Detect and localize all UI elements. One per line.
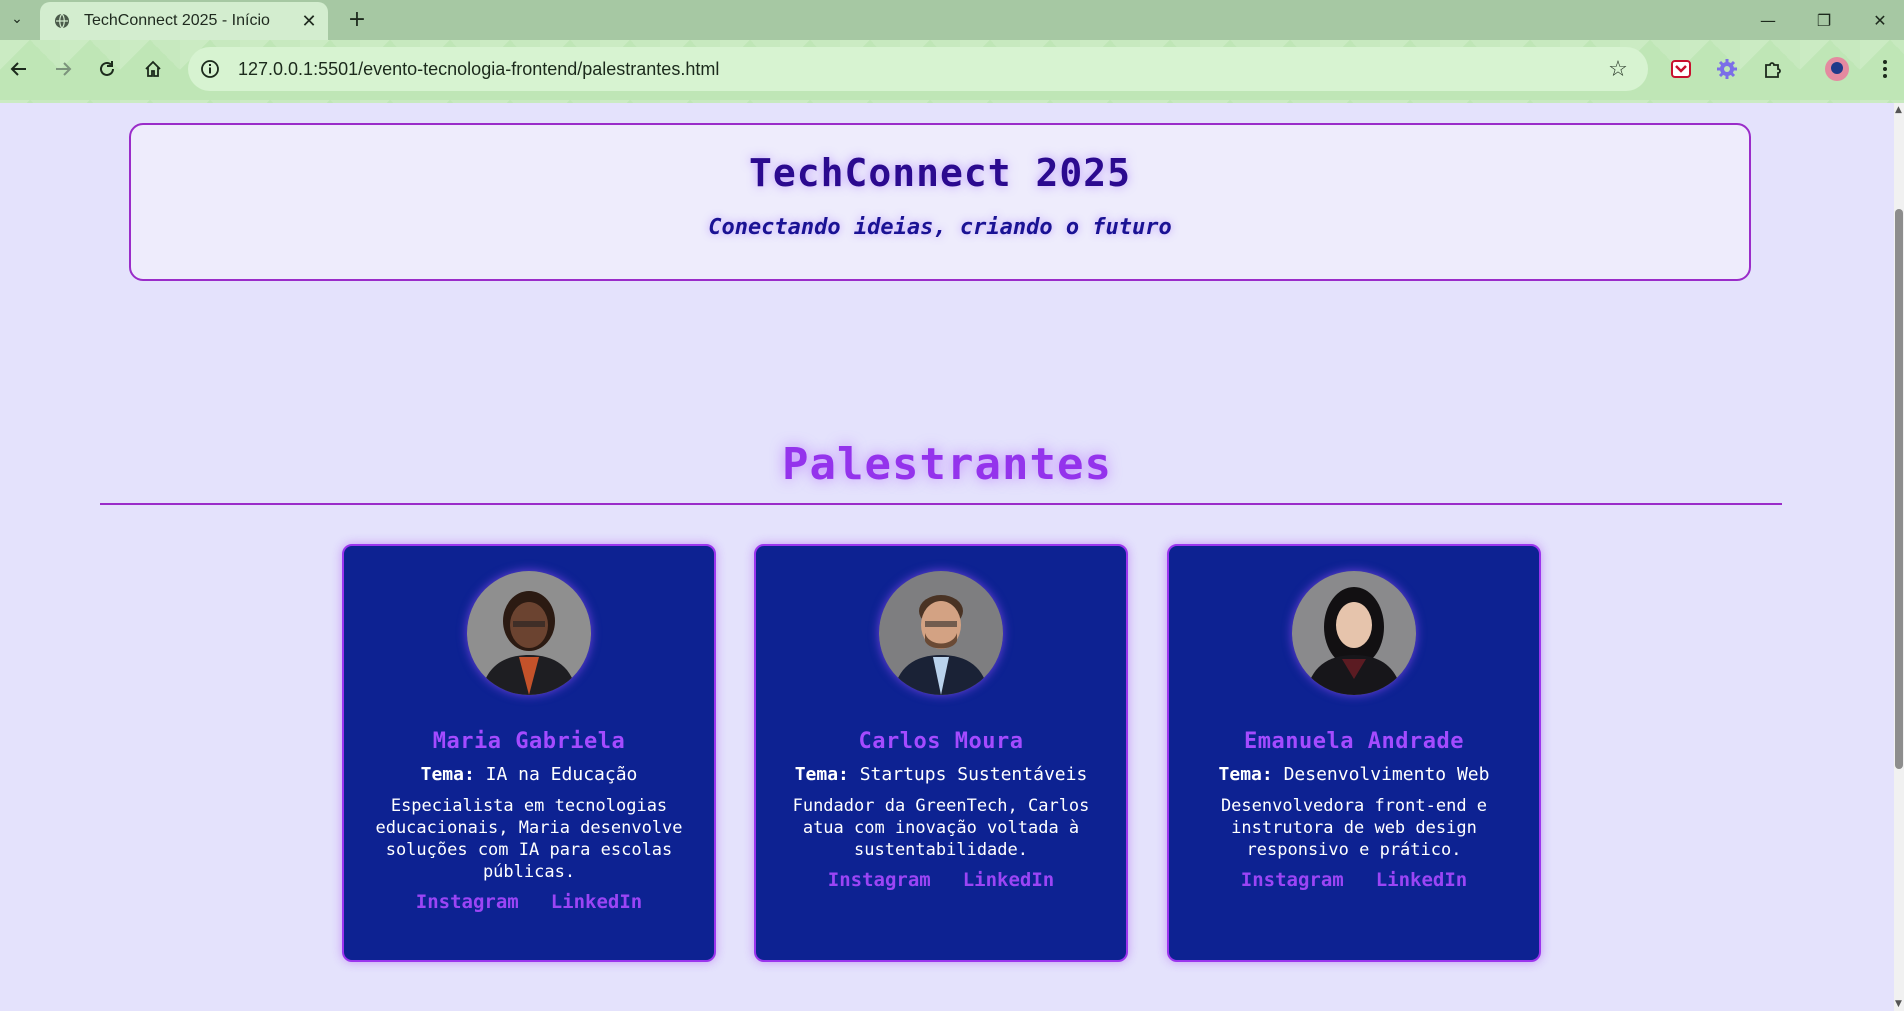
site-slogan: Conectando ideias, criando o futuro bbox=[708, 215, 1172, 240]
tab-title: TechConnect 2025 - Início bbox=[84, 12, 270, 29]
speaker-photo bbox=[879, 571, 1003, 695]
linkedin-link[interactable]: LinkedIn bbox=[1376, 869, 1468, 891]
site-info-icon[interactable] bbox=[200, 59, 220, 79]
social-links: Instagram LinkedIn bbox=[1169, 869, 1539, 891]
profile-avatar-icon[interactable] bbox=[1822, 54, 1852, 84]
speaker-card: Maria Gabriela Tema: IA na Educação Espe… bbox=[342, 544, 716, 962]
page-scrollbar[interactable]: ▲ ▼ bbox=[1894, 103, 1904, 1011]
gear-extension-icon[interactable] bbox=[1712, 54, 1742, 84]
speaker-bio: Desenvolvedora front-end e instrutora de… bbox=[1220, 796, 1488, 860]
topic-label: Tema: bbox=[420, 764, 475, 785]
speaker-card: Carlos Moura Tema: Startups Sustentáveis… bbox=[754, 544, 1128, 962]
speaker-name: Carlos Moura bbox=[858, 729, 1024, 754]
scroll-down-icon[interactable]: ▼ bbox=[1895, 999, 1902, 1009]
topic-value: IA na Educação bbox=[485, 764, 638, 785]
browser-toolbar: 127.0.0.1:5501/evento-tecnologia-fronten… bbox=[0, 40, 1904, 103]
site-header: TechConnect 2025 Conectando ideias, cria… bbox=[129, 123, 1751, 281]
forward-icon[interactable] bbox=[46, 52, 80, 86]
speaker-name: Emanuela Andrade bbox=[1244, 729, 1464, 754]
speaker-bio: Fundador da GreenTech, Carlos atua com i… bbox=[792, 796, 1090, 860]
instagram-link[interactable]: Instagram bbox=[828, 869, 931, 891]
site-title: TechConnect 2025 bbox=[748, 151, 1132, 195]
minimize-icon[interactable]: — bbox=[1740, 0, 1796, 40]
new-tab-icon[interactable]: + bbox=[342, 4, 372, 34]
address-bar[interactable]: 127.0.0.1:5501/evento-tecnologia-fronten… bbox=[188, 47, 1648, 91]
social-links: Instagram LinkedIn bbox=[756, 869, 1126, 891]
back-icon[interactable] bbox=[2, 52, 36, 86]
speaker-topic: Tema: Startups Sustentáveis bbox=[756, 764, 1126, 785]
close-tab-icon[interactable]: ✕ bbox=[296, 11, 322, 32]
topic-label: Tema: bbox=[1218, 764, 1273, 785]
speaker-name: Maria Gabriela bbox=[432, 729, 626, 754]
reload-icon[interactable] bbox=[90, 52, 124, 86]
extensions-puzzle-icon[interactable] bbox=[1758, 54, 1788, 84]
globe-icon bbox=[55, 13, 69, 29]
scrollbar-thumb[interactable] bbox=[1895, 209, 1903, 769]
close-window-icon[interactable]: ✕ bbox=[1852, 0, 1904, 40]
page-content: TechConnect 2025 Conectando ideias, cria… bbox=[0, 103, 1894, 1011]
section-title: Palestrantes bbox=[782, 439, 1112, 490]
instagram-link[interactable]: Instagram bbox=[416, 891, 519, 913]
topic-label: Tema: bbox=[794, 764, 849, 785]
linkedin-link[interactable]: LinkedIn bbox=[551, 891, 643, 913]
browser-menu-icon[interactable] bbox=[1870, 54, 1900, 84]
scroll-up-icon[interactable]: ▲ bbox=[1895, 105, 1902, 115]
pocket-extension-icon[interactable] bbox=[1666, 54, 1696, 84]
speaker-photo bbox=[1292, 571, 1416, 695]
speaker-topic: Tema: Desenvolvimento Web bbox=[1169, 764, 1539, 785]
social-links: Instagram LinkedIn bbox=[344, 891, 714, 913]
speaker-photo bbox=[467, 571, 591, 695]
section-divider bbox=[100, 503, 1782, 505]
linkedin-link[interactable]: LinkedIn bbox=[963, 869, 1055, 891]
tab-search-chevron-icon[interactable]: ⌄ bbox=[2, 2, 32, 36]
speaker-topic: Tema: IA na Educação bbox=[344, 764, 714, 785]
instagram-link[interactable]: Instagram bbox=[1241, 869, 1344, 891]
topic-value: Startups Sustentáveis bbox=[859, 764, 1088, 785]
home-icon[interactable] bbox=[136, 52, 170, 86]
browser-tab-bar: ⌄ TechConnect 2025 - Início ✕ + — ❐ ✕ bbox=[0, 0, 1904, 40]
topic-value: Desenvolvimento Web bbox=[1283, 764, 1490, 785]
restore-icon[interactable]: ❐ bbox=[1796, 0, 1852, 40]
speaker-card: Emanuela Andrade Tema: Desenvolvimento W… bbox=[1167, 544, 1541, 962]
url-text: 127.0.0.1:5501/evento-tecnologia-fronten… bbox=[238, 58, 720, 79]
browser-tab[interactable]: TechConnect 2025 - Início ✕ bbox=[40, 2, 328, 40]
speaker-bio: Especialista em tecnologias educacionais… bbox=[375, 796, 683, 882]
bookmark-star-icon[interactable]: ☆ bbox=[1606, 57, 1630, 82]
